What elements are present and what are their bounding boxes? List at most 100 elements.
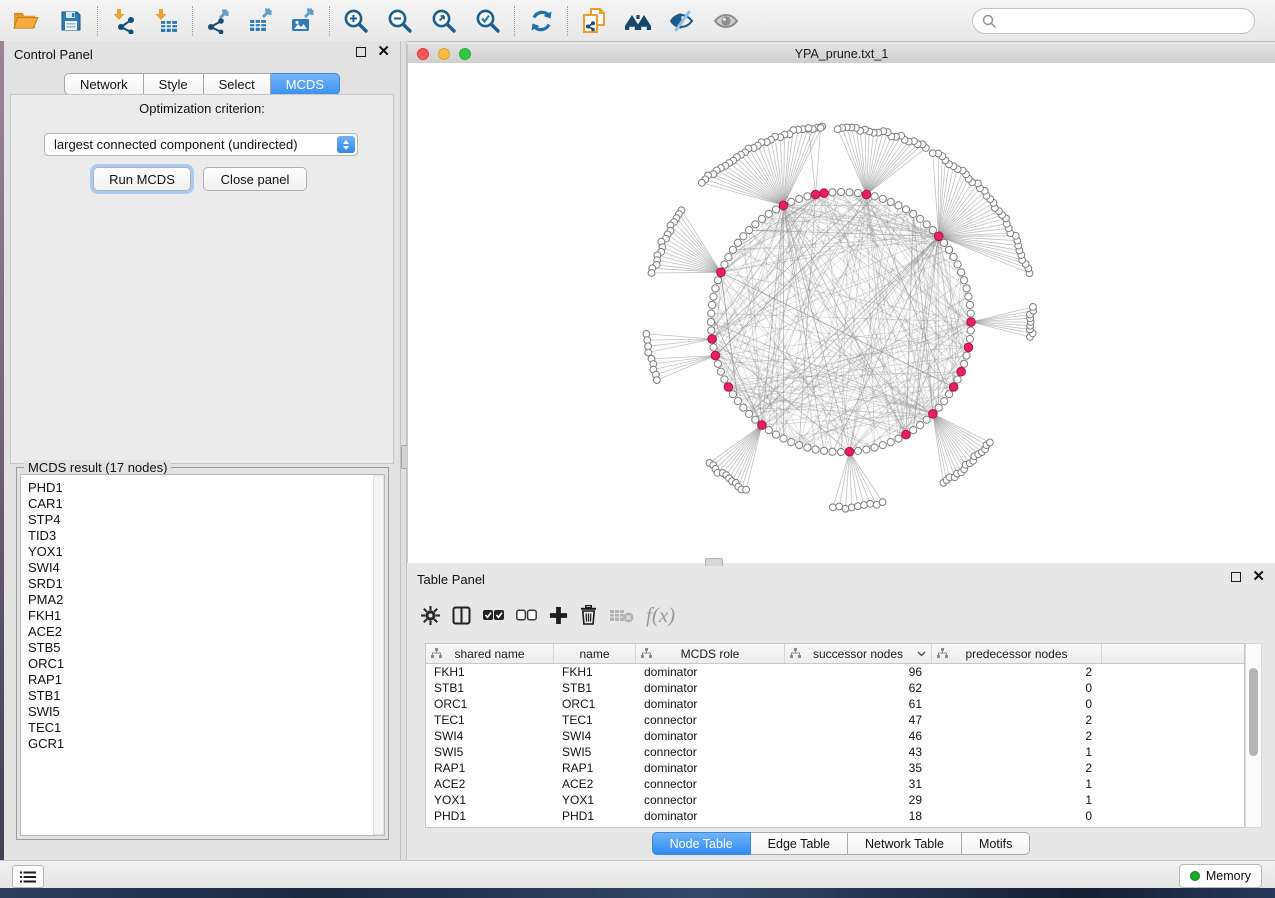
export-network-button[interactable] bbox=[202, 5, 236, 37]
tab-network-table[interactable]: Network Table bbox=[848, 832, 962, 855]
table-row[interactable]: ORC1ORC1dominator610 bbox=[426, 696, 1244, 712]
mcds-node-item[interactable]: STB5 bbox=[21, 640, 384, 656]
float-table-panel-icon[interactable] bbox=[1231, 572, 1241, 582]
table-row[interactable]: ACE2ACE2connector311 bbox=[426, 776, 1244, 792]
table-row[interactable]: PHD1PHD1dominator180 bbox=[426, 808, 1244, 824]
network-canvas[interactable] bbox=[408, 63, 1275, 563]
add-column-button[interactable] bbox=[549, 600, 568, 630]
show-all-button[interactable] bbox=[709, 5, 743, 37]
column-header-shared-name[interactable]: shared name bbox=[426, 644, 554, 663]
tab-style[interactable]: Style bbox=[144, 73, 204, 95]
first-neighbors-button[interactable] bbox=[621, 5, 655, 37]
mcds-node-item[interactable]: PHD1 bbox=[21, 480, 384, 496]
zoom-out-button[interactable] bbox=[383, 5, 417, 37]
vertical-splitter[interactable] bbox=[400, 41, 407, 860]
select-all-button[interactable] bbox=[483, 600, 504, 630]
zoom-fit-button[interactable] bbox=[427, 5, 461, 37]
close-panel-button[interactable]: Close panel bbox=[203, 167, 307, 191]
zoom-fit-icon bbox=[431, 8, 457, 34]
mcds-result-list[interactable]: PHD1CAR1STP4TID3YOX1SWI4SRD1PMA2FKH1ACE2… bbox=[20, 474, 385, 836]
function-builder-button[interactable]: f(x) bbox=[646, 600, 675, 630]
mcds-node-item[interactable]: CAR1 bbox=[21, 496, 384, 512]
mcds-node-item[interactable]: STP4 bbox=[21, 512, 384, 528]
import-network-button[interactable] bbox=[107, 5, 141, 37]
tab-node-table[interactable]: Node Table bbox=[652, 832, 751, 855]
column-header-MCDS-role[interactable]: MCDS role bbox=[636, 644, 785, 663]
tab-network[interactable]: Network bbox=[64, 73, 144, 95]
network-title: YPA_prune.txt_1 bbox=[795, 47, 889, 61]
memory-button[interactable]: Memory bbox=[1179, 864, 1262, 888]
table-row[interactable]: SWI4SWI4dominator462 bbox=[426, 728, 1244, 744]
table-row[interactable]: YOX1YOX1connector291 bbox=[426, 792, 1244, 808]
tab-motifs[interactable]: Motifs bbox=[962, 832, 1030, 855]
mcds-node-item[interactable]: SRD1 bbox=[21, 576, 384, 592]
export-table-icon bbox=[247, 8, 275, 34]
mcds-node-item[interactable]: SWI5 bbox=[21, 704, 384, 720]
toggle-panel-button[interactable] bbox=[452, 600, 471, 630]
mcds-list-scrollbar[interactable] bbox=[373, 475, 384, 835]
mcds-node-item[interactable]: STB1 bbox=[21, 688, 384, 704]
save-session-button[interactable] bbox=[54, 5, 88, 37]
cell-predecessor-nodes: 1 bbox=[932, 793, 1102, 807]
cell-shared-name: SWI4 bbox=[426, 729, 554, 743]
open-session-button[interactable] bbox=[8, 5, 42, 37]
export-table-button[interactable] bbox=[244, 5, 278, 37]
binoculars-icon bbox=[623, 9, 653, 33]
mcds-node-item[interactable]: YOX1 bbox=[21, 544, 384, 560]
mcds-node-item[interactable]: ORC1 bbox=[21, 656, 384, 672]
tab-select[interactable]: Select bbox=[204, 73, 271, 95]
import-table-button[interactable] bbox=[149, 5, 183, 37]
close-table-panel-icon[interactable]: ✕ bbox=[1252, 572, 1265, 582]
mcds-node-item[interactable]: TID3 bbox=[21, 528, 384, 544]
cell-predecessor-nodes: 0 bbox=[932, 681, 1102, 695]
table-toolbar: f(x) bbox=[421, 596, 687, 634]
cell-name: FKH1 bbox=[554, 665, 636, 679]
refresh-layout-button[interactable] bbox=[524, 5, 558, 37]
mcds-node-item[interactable]: GCR1 bbox=[21, 736, 384, 752]
column-header-name[interactable]: name bbox=[554, 644, 636, 663]
close-panel-icon[interactable]: ✕ bbox=[377, 47, 390, 57]
table-row[interactable]: STB1STB1dominator620 bbox=[426, 680, 1244, 696]
split-columns-icon bbox=[452, 606, 471, 625]
deselect-all-icon bbox=[516, 609, 537, 621]
window-minimize-button[interactable] bbox=[438, 48, 450, 60]
mcds-node-item[interactable]: FKH1 bbox=[21, 608, 384, 624]
column-header-successor-nodes[interactable]: successor nodes bbox=[785, 644, 932, 663]
duplicate-network-button[interactable] bbox=[577, 5, 611, 37]
task-history-button[interactable] bbox=[12, 865, 44, 888]
tab-edge-table[interactable]: Edge Table bbox=[751, 832, 848, 855]
table-scrollbar-thumb[interactable] bbox=[1249, 668, 1258, 756]
mcds-node-item[interactable]: RAP1 bbox=[21, 672, 384, 688]
window-close-button[interactable] bbox=[417, 48, 429, 60]
table-row[interactable]: SWI5SWI5connector431 bbox=[426, 744, 1244, 760]
gear-icon bbox=[421, 606, 440, 625]
tab-mcds[interactable]: MCDS bbox=[271, 73, 340, 95]
zoom-selected-button[interactable] bbox=[471, 5, 505, 37]
delete-column-button[interactable] bbox=[580, 600, 597, 630]
mcds-node-item[interactable]: PMA2 bbox=[21, 592, 384, 608]
float-panel-icon[interactable] bbox=[356, 47, 366, 57]
mcds-node-item[interactable]: TEC1 bbox=[21, 720, 384, 736]
hide-selected-button[interactable] bbox=[665, 5, 699, 37]
table-scrollbar[interactable] bbox=[1245, 643, 1262, 828]
table-row[interactable]: TEC1TEC1connector472 bbox=[426, 712, 1244, 728]
table-row[interactable]: FKH1FKH1dominator962 bbox=[426, 664, 1244, 680]
window-zoom-button[interactable] bbox=[459, 48, 471, 60]
column-header-predecessor-nodes[interactable]: predecessor nodes bbox=[932, 644, 1102, 663]
network-graph[interactable] bbox=[408, 63, 1275, 563]
mcds-node-item[interactable]: ACE2 bbox=[21, 624, 384, 640]
search-input[interactable] bbox=[997, 13, 1254, 30]
criterion-dropdown[interactable]: largest connected component (undirected) bbox=[44, 133, 358, 156]
table-settings-button[interactable] bbox=[421, 600, 440, 630]
run-mcds-button[interactable]: Run MCDS bbox=[93, 167, 191, 191]
zoom-in-button[interactable] bbox=[339, 5, 373, 37]
table-row[interactable]: RAP1RAP1dominator352 bbox=[426, 760, 1244, 776]
deselect-all-button[interactable] bbox=[516, 600, 537, 630]
cell-successor-nodes: 46 bbox=[785, 729, 932, 743]
clear-table-button[interactable] bbox=[609, 600, 634, 630]
cell-successor-nodes: 43 bbox=[785, 745, 932, 759]
search-box[interactable] bbox=[972, 8, 1255, 34]
export-image-button[interactable] bbox=[286, 5, 320, 37]
mcds-node-item[interactable]: SWI4 bbox=[21, 560, 384, 576]
control-panel-tabs: NetworkStyleSelectMCDS bbox=[4, 73, 400, 95]
